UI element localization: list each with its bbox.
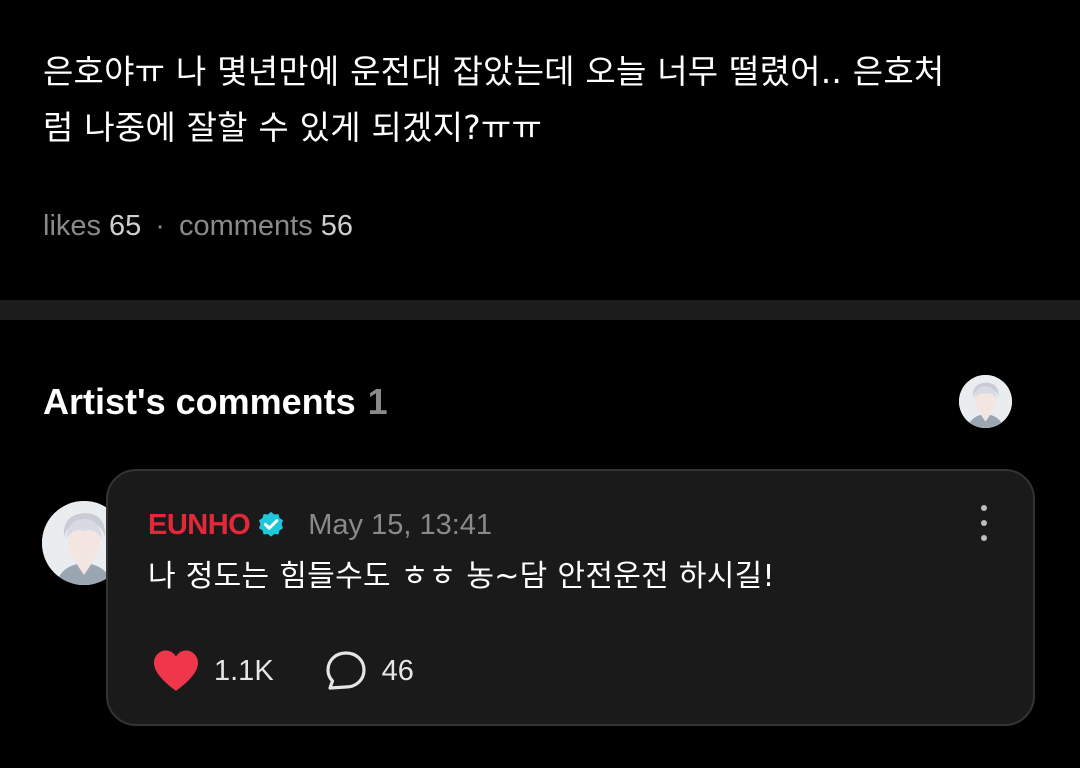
reply-count: 46: [381, 654, 414, 687]
more-dot: [981, 505, 987, 511]
more-dot: [981, 520, 987, 526]
section-divider: [0, 300, 1080, 320]
comments-label[interactable]: comments: [179, 206, 313, 246]
artist-comments-count: 1: [367, 381, 388, 422]
like-count: 1.1K: [214, 654, 274, 687]
speech-bubble-icon: [326, 651, 366, 690]
more-dot: [981, 535, 987, 541]
post-text: 은호야ㅠ 나 몇년만에 운전대 잡았는데 오늘 너무 떨렸어.. 은호처 럼 나…: [43, 44, 1043, 156]
likes-count: 65: [109, 210, 142, 242]
comments-count[interactable]: 56: [321, 206, 353, 246]
artist-comments-header: Artist's comments 1: [43, 380, 388, 424]
post-text-line-2: 럼 나중에 잘할 수 있게 되겠지?ㅠㅠ: [43, 108, 543, 147]
heart-icon: [154, 650, 198, 691]
artist-comment-card: EUNHO May 15, 13:41 나 정도는 힘들수도 ㅎㅎ 농~담 안전…: [106, 469, 1035, 726]
comment-author[interactable]: EUNHO: [148, 509, 251, 542]
artist-comments-title: Artist's comments: [43, 381, 356, 422]
verified-badge-icon: [259, 511, 284, 537]
comment-actions: 1.1K 46: [152, 649, 414, 693]
artist-avatar-icon[interactable]: [959, 375, 1012, 428]
comment-timestamp: May 15, 13:41: [308, 508, 493, 541]
comment-text: 나 정도는 힘들수도 ㅎㅎ 농~담 안전운전 하시길!: [148, 559, 775, 594]
stats-separator: ·: [155, 210, 165, 242]
reply-button[interactable]: 46: [324, 649, 414, 693]
comment-header: EUNHO May 15, 13:41: [148, 505, 492, 545]
post-text-line-1: 은호야ㅠ 나 몇년만에 운전대 잡았는데 오늘 너무 떨렸어.. 은호처: [43, 52, 945, 91]
more-vertical-icon[interactable]: [979, 505, 989, 541]
post-stats: likes 65 · comments 56: [43, 206, 353, 246]
like-button[interactable]: 1.1K: [152, 649, 274, 693]
likes-label: likes: [43, 210, 102, 242]
